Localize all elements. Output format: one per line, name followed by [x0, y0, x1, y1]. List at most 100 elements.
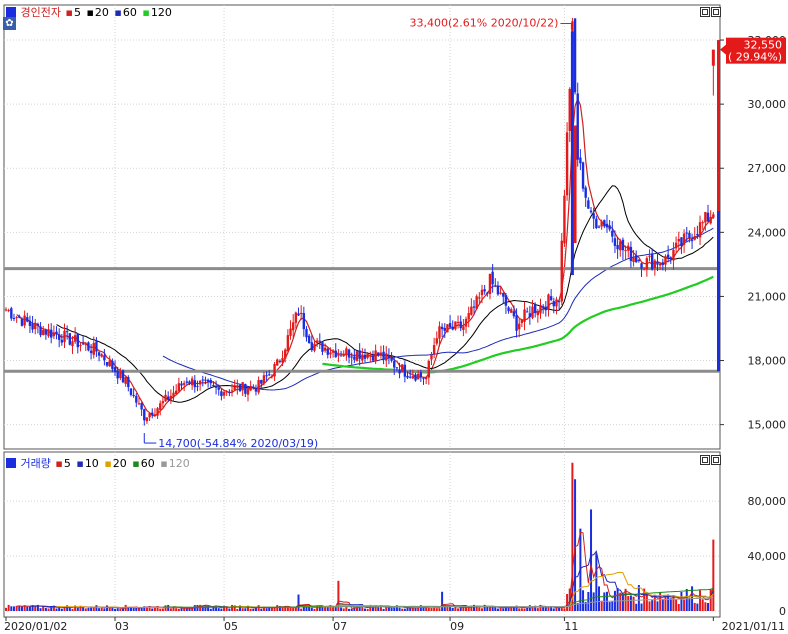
volume-bar: [252, 608, 255, 611]
volume-bar: [270, 607, 273, 611]
vma5-label: ▪5: [55, 457, 71, 470]
price-axis-label: 21,000: [748, 290, 787, 303]
candle-body: [143, 409, 146, 421]
candle-body: [63, 330, 66, 343]
candlestick-icon[interactable]: [6, 7, 16, 17]
volume-bar: [34, 605, 37, 611]
volume-bar: [675, 599, 678, 611]
candle-body: [307, 335, 311, 344]
candle-body: [254, 389, 258, 392]
volume-bar: [196, 604, 199, 611]
candle-body: [87, 342, 90, 351]
x-axis-label: 03: [115, 620, 129, 633]
candle-body: [539, 304, 542, 314]
volume-bar: [552, 608, 555, 611]
x-axis-label: 11: [564, 620, 578, 633]
volume-bar: [87, 607, 90, 611]
volume-bar: [366, 608, 369, 611]
candle-body: [451, 326, 454, 330]
candle-body: [592, 213, 595, 219]
volume-panel-restore-button[interactable]: [700, 455, 710, 465]
candle-body: [693, 236, 696, 240]
candle-body: [525, 311, 529, 313]
stock-name-label: 경인전자: [20, 6, 61, 19]
volume-bar: [382, 608, 385, 611]
candle-body: [249, 385, 252, 391]
candle-body: [656, 261, 659, 265]
candle-body: [472, 306, 476, 308]
candle-body: [345, 348, 348, 356]
volume-bar: [313, 608, 316, 611]
candle-body: [701, 222, 704, 224]
volume-bar: [169, 608, 172, 611]
candle-body: [145, 417, 149, 422]
candle-body: [238, 384, 242, 392]
volume-icon[interactable]: [6, 458, 16, 468]
candle-body: [116, 370, 119, 379]
price-panel-max-button[interactable]: [711, 7, 721, 17]
candle-body: [204, 379, 207, 381]
candle-body: [252, 386, 255, 388]
candle-body: [462, 326, 465, 330]
candle-body: [281, 358, 284, 363]
price-panel-restore-button[interactable]: [700, 7, 710, 17]
candle-body: [486, 292, 489, 294]
candle-body: [177, 383, 181, 392]
candle-body: [137, 403, 141, 405]
candle-body: [536, 311, 540, 316]
volume-bar: [457, 608, 460, 611]
candle-body: [129, 388, 133, 395]
candle-body: [65, 331, 69, 333]
candle-body: [318, 340, 321, 342]
candle-body: [377, 352, 380, 355]
candle-body: [302, 313, 306, 330]
x-axis-label: 07: [333, 620, 347, 633]
volume-bar: [566, 594, 569, 611]
volume-legend: 거래량 ▪5 ▪10 ▪20 ▪60 ▪120: [6, 455, 192, 471]
volume-bar: [153, 607, 156, 611]
volume-panel-max-button[interactable]: [711, 455, 721, 465]
volume-bar: [228, 608, 231, 611]
volume-bar: [683, 599, 686, 611]
candle-body: [270, 375, 274, 377]
volume-bar: [15, 605, 18, 611]
volume-bar: [523, 608, 526, 611]
volume-bar: [342, 608, 345, 611]
candle-body: [57, 334, 61, 340]
volume-name-label: 거래량: [20, 457, 51, 470]
candle-body: [100, 354, 103, 357]
volume-bar: [217, 608, 220, 611]
candle-body: [374, 350, 377, 362]
volume-bar: [491, 607, 494, 611]
candle-body: [225, 391, 228, 393]
candle-body: [337, 353, 340, 356]
gear-icon[interactable]: ✿: [3, 17, 16, 30]
volume-bar: [648, 601, 651, 611]
candle-body: [563, 195, 566, 244]
candle-body: [81, 343, 85, 345]
candle-body: [523, 309, 526, 322]
candle-body: [438, 326, 441, 339]
volume-bar: [300, 608, 303, 611]
volume-bar: [5, 607, 7, 611]
candle-body: [541, 306, 545, 308]
candle-body: [188, 381, 191, 385]
volume-bar: [496, 608, 499, 611]
candle-body: [424, 377, 428, 380]
candle-body: [297, 313, 300, 316]
candle-body: [637, 259, 641, 261]
volume-bar: [135, 607, 138, 611]
candle-body: [294, 312, 298, 323]
volume-bar: [161, 608, 164, 611]
candle-body: [358, 350, 361, 359]
volume-bar: [677, 603, 680, 611]
volume-panel-frame: [3, 451, 721, 618]
candle-body: [291, 322, 295, 331]
volume-bar: [377, 607, 380, 611]
candle-body: [488, 273, 492, 295]
range-bar-down: [717, 210, 720, 372]
price-axis-label: 24,000: [748, 226, 787, 239]
candle-body: [640, 263, 643, 269]
candle-body: [483, 289, 486, 292]
candle-body: [557, 301, 561, 303]
